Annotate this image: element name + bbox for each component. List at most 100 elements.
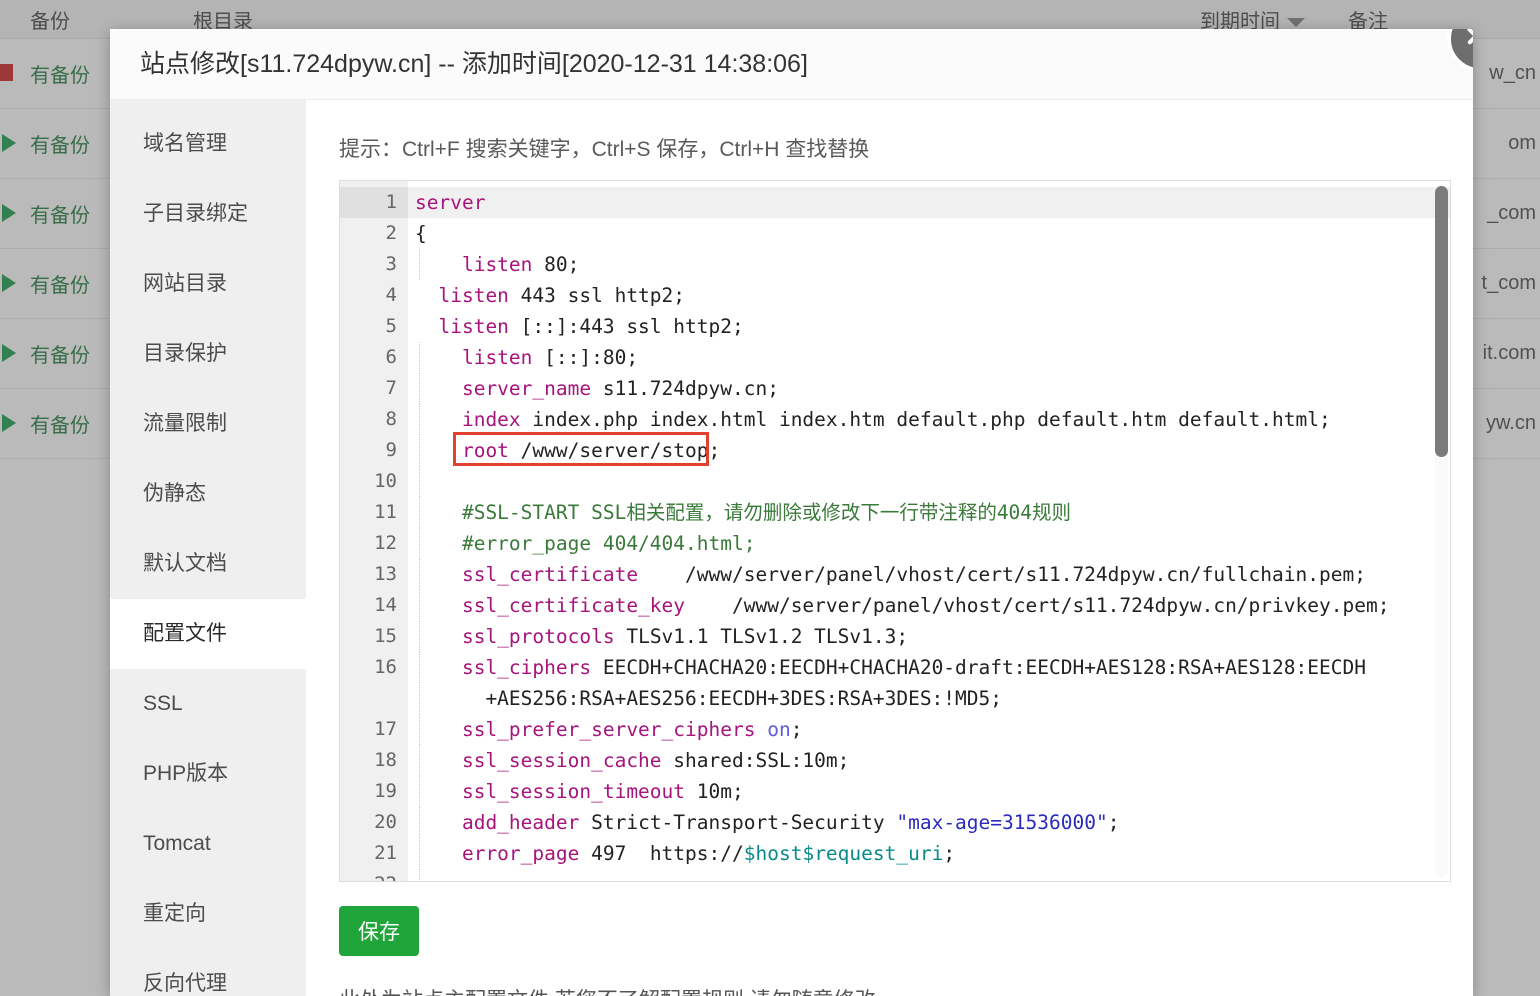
code-line[interactable] bbox=[408, 466, 1450, 497]
code-line[interactable]: ssl_prefer_server_ciphers on; bbox=[408, 714, 1450, 745]
sidebar-item-12[interactable]: 反向代理 bbox=[110, 949, 306, 996]
code-line[interactable]: #SSL-START SSL相关配置，请勿删除或修改下一行带注释的404规则 bbox=[408, 497, 1450, 528]
line-number: 4 bbox=[385, 284, 397, 306]
line-number: 6 bbox=[385, 346, 397, 368]
line-number: 1 bbox=[340, 187, 408, 218]
code-token: { bbox=[415, 222, 427, 245]
code-line[interactable]: { bbox=[408, 218, 1450, 249]
code-token: ; bbox=[943, 842, 956, 865]
indent-guide bbox=[419, 497, 421, 528]
sidebar-item-11[interactable]: 重定向 bbox=[110, 879, 306, 949]
code-token: listen bbox=[415, 315, 509, 338]
code-token: /www/server/panel/vhost/cert/s11.724dpyw… bbox=[685, 594, 1390, 617]
sidebar-item-10[interactable]: Tomcat bbox=[110, 809, 306, 879]
code-line[interactable]: listen [::]:443 ssl http2; bbox=[408, 311, 1450, 342]
code-line[interactable]: listen [::]:80; bbox=[408, 342, 1450, 373]
indent-guide bbox=[419, 838, 421, 869]
line-number: 20 bbox=[374, 811, 397, 833]
sidebar-item-2[interactable]: 网站目录 bbox=[110, 249, 306, 319]
line-number: 18 bbox=[374, 749, 397, 771]
code-token: 497 https:// bbox=[579, 842, 744, 865]
code-token: s11.724dpyw.cn; bbox=[591, 377, 779, 400]
code-token: server_name bbox=[415, 377, 592, 400]
code-line[interactable]: ssl_certificate /www/server/panel/vhost/… bbox=[408, 559, 1450, 590]
sidebar-item-3[interactable]: 目录保护 bbox=[110, 319, 306, 389]
editor-scrollbar-track[interactable] bbox=[1435, 184, 1448, 878]
sidebar-item-1[interactable]: 子目录绑定 bbox=[110, 179, 306, 249]
modal-sidebar: 域名管理 子目录绑定 网站目录 目录保护 流量限制 伪静态 默认文档 配置文件 SSL PHP版本… bbox=[110, 100, 306, 996]
code-line[interactable]: server_name s11.724dpyw.cn; bbox=[408, 373, 1450, 404]
modal-content: 提示：Ctrl+F 搜索关键字，Ctrl+S 保存，Ctrl+H 查找替换 12… bbox=[306, 100, 1473, 996]
code-token: #error_page 404/404.html; bbox=[415, 532, 756, 555]
line-number: 22 bbox=[340, 869, 408, 881]
code-line[interactable]: index index.php index.html index.htm def… bbox=[408, 404, 1450, 435]
modal-body: 域名管理 子目录绑定 网站目录 目录保护 流量限制 伪静态 默认文档 配置文件 SSL PHP版本… bbox=[110, 100, 1473, 996]
editor-scrollbar-thumb[interactable] bbox=[1435, 186, 1448, 457]
code-line[interactable]: ssl_session_timeout 10m; bbox=[408, 776, 1450, 807]
code-line[interactable]: ssl_ciphers EECDH+CHACHA20:EECDH+CHACHA2… bbox=[408, 652, 1450, 683]
code-token: "max-age=31536000" bbox=[896, 811, 1108, 834]
code-token: TLSv1.1 TLSv1.2 TLSv1.3; bbox=[614, 625, 909, 648]
indent-guide bbox=[419, 652, 421, 683]
sidebar-item-4[interactable]: 流量限制 bbox=[110, 389, 306, 459]
code-token: ssl_prefer_server_ciphers bbox=[415, 718, 756, 741]
code-line[interactable]: listen 443 ssl http2; bbox=[408, 280, 1450, 311]
indent-guide bbox=[419, 435, 421, 466]
code-token: ssl_ciphers bbox=[415, 656, 592, 679]
line-number: 7 bbox=[385, 377, 397, 399]
code-token: ssl_session_cache bbox=[415, 749, 662, 772]
sidebar-item-8[interactable]: SSL bbox=[110, 669, 306, 739]
sidebar-item-6[interactable]: 默认文档 bbox=[110, 529, 306, 599]
save-button[interactable]: 保存 bbox=[339, 906, 419, 956]
sidebar-item-5[interactable]: 伪静态 bbox=[110, 459, 306, 529]
code-token: 10m; bbox=[685, 780, 744, 803]
code-token: [::]:80; bbox=[532, 346, 639, 369]
code-line[interactable]: error_page 497 https://$host$request_uri… bbox=[408, 838, 1450, 869]
code-token: +AES256:RSA+AES256:EECDH+3DES:RSA+3DES:!… bbox=[415, 687, 1002, 710]
line-number: 15 bbox=[374, 625, 397, 647]
line-number: 11 bbox=[374, 501, 397, 523]
code-line[interactable]: server bbox=[408, 187, 1450, 218]
code-token: [::]:443 ssl http2; bbox=[508, 315, 744, 338]
sidebar-item-7[interactable]: 配置文件 bbox=[110, 599, 306, 669]
indent-guide bbox=[419, 559, 421, 590]
indent-guide bbox=[419, 807, 421, 838]
indent-guide bbox=[419, 404, 421, 435]
code-token: error_page bbox=[415, 842, 580, 865]
line-number: 17 bbox=[374, 718, 397, 740]
code-line[interactable]: listen 80; bbox=[408, 249, 1450, 280]
code-token: shared:SSL:10m; bbox=[661, 749, 850, 772]
config-code-editor[interactable]: 12345678910111213141516171819202122 serv… bbox=[339, 180, 1451, 882]
indent-guide bbox=[419, 869, 421, 881]
code-token: ssl_session_timeout bbox=[415, 780, 686, 803]
code-line[interactable]: ssl_protocols TLSv1.1 TLSv1.2 TLSv1.3; bbox=[408, 621, 1450, 652]
code-line[interactable]: #error_page 404/404.html; bbox=[408, 528, 1450, 559]
line-number: 19 bbox=[374, 780, 397, 802]
sidebar-item-0[interactable]: 域名管理 bbox=[110, 109, 306, 179]
code-token: ; bbox=[1107, 811, 1120, 834]
line-number bbox=[340, 683, 408, 714]
line-number: 13 bbox=[374, 563, 397, 585]
code-line[interactable]: +AES256:RSA+AES256:EECDH+3DES:RSA+3DES:!… bbox=[408, 683, 1450, 714]
line-number: 12 bbox=[374, 532, 397, 554]
line-number: 14 bbox=[374, 594, 397, 616]
sidebar-item-9[interactable]: PHP版本 bbox=[110, 739, 306, 809]
site-edit-modal: 站点修改[s11.724dpyw.cn] -- 添加时间[2020-12-31 … bbox=[110, 29, 1473, 996]
code-line[interactable]: ssl_certificate_key /www/server/panel/vh… bbox=[408, 590, 1450, 621]
code-token: ssl_protocols bbox=[415, 625, 615, 648]
code-line[interactable]: root /www/server/stop; bbox=[408, 435, 1450, 466]
indent-guide bbox=[419, 342, 421, 373]
indent-guide bbox=[419, 776, 421, 807]
line-number: 9 bbox=[385, 439, 397, 461]
code-token: add_header bbox=[415, 811, 580, 834]
code-token: root bbox=[415, 439, 509, 462]
code-token: ssl_certificate_key bbox=[415, 594, 686, 617]
code-line[interactable] bbox=[408, 869, 1450, 881]
code-line[interactable]: add_header Strict-Transport-Security "ma… bbox=[408, 807, 1450, 838]
code-token: listen bbox=[415, 253, 533, 276]
line-number: 10 bbox=[374, 470, 397, 492]
code-area[interactable]: server { listen 80; listen 443 ssl http2;… bbox=[408, 181, 1450, 881]
line-number: 21 bbox=[374, 842, 397, 864]
code-line[interactable]: ssl_session_cache shared:SSL:10m; bbox=[408, 745, 1450, 776]
